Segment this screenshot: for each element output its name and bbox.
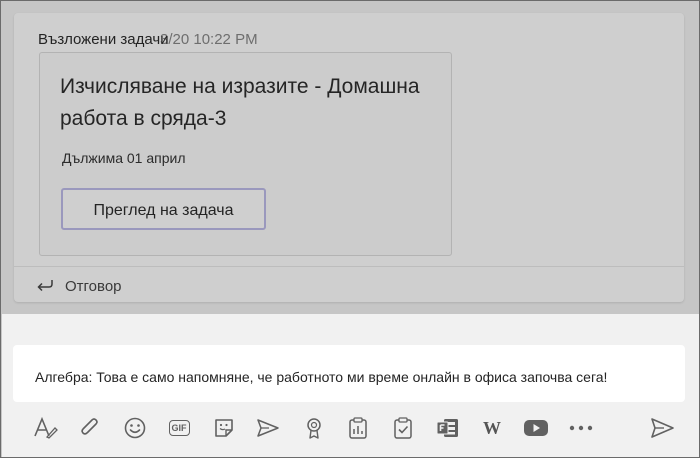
gif-label: GIF <box>168 420 190 436</box>
due-date: Дължима 01 април <box>62 150 186 166</box>
send-icon[interactable] <box>647 413 677 443</box>
compose-toolbar: GIF W <box>31 413 691 443</box>
praise-icon[interactable] <box>299 413 329 443</box>
assignment-card: Изчисляване на изразите - Домашна работа… <box>39 52 452 256</box>
reply-button[interactable]: Отговор <box>36 275 122 297</box>
view-assignment-button[interactable]: Преглед на задача <box>61 188 266 230</box>
card-title: Възложени задачи <box>38 31 169 48</box>
assignment-title: Изчисляване на изразите - Домашна работа… <box>60 75 420 130</box>
compose-input[interactable]: Алгебра: Това е само напомняне, че работ… <box>35 369 607 385</box>
attach-icon[interactable] <box>75 413 105 443</box>
format-icon[interactable] <box>31 413 61 443</box>
wikipedia-label: W <box>483 417 501 438</box>
gif-icon[interactable]: GIF <box>164 413 194 443</box>
approvals-icon[interactable] <box>388 413 418 443</box>
reply-arrow-icon <box>37 280 53 292</box>
wikipedia-icon[interactable]: W <box>477 413 507 443</box>
schedule-send-icon[interactable] <box>253 413 283 443</box>
message-card: 3/20 10:22 PM Възложени задачи Изчислява… <box>14 13 684 302</box>
insights-icon[interactable] <box>343 413 373 443</box>
sticker-icon[interactable] <box>209 413 239 443</box>
youtube-icon[interactable] <box>521 413 551 443</box>
teams-window: 3/20 10:22 PM Възложени задачи Изчислява… <box>0 0 700 458</box>
reply-label: Отговор <box>65 277 122 295</box>
compose-box[interactable]: Алгебра: Това е само напомняне, че работ… <box>13 345 685 402</box>
more-options-icon[interactable] <box>566 413 596 443</box>
message-timestamp: 3/20 10:22 PM <box>160 31 258 48</box>
emoji-icon[interactable] <box>120 413 150 443</box>
forms-app-icon[interactable] <box>433 413 463 443</box>
divider <box>14 266 684 267</box>
